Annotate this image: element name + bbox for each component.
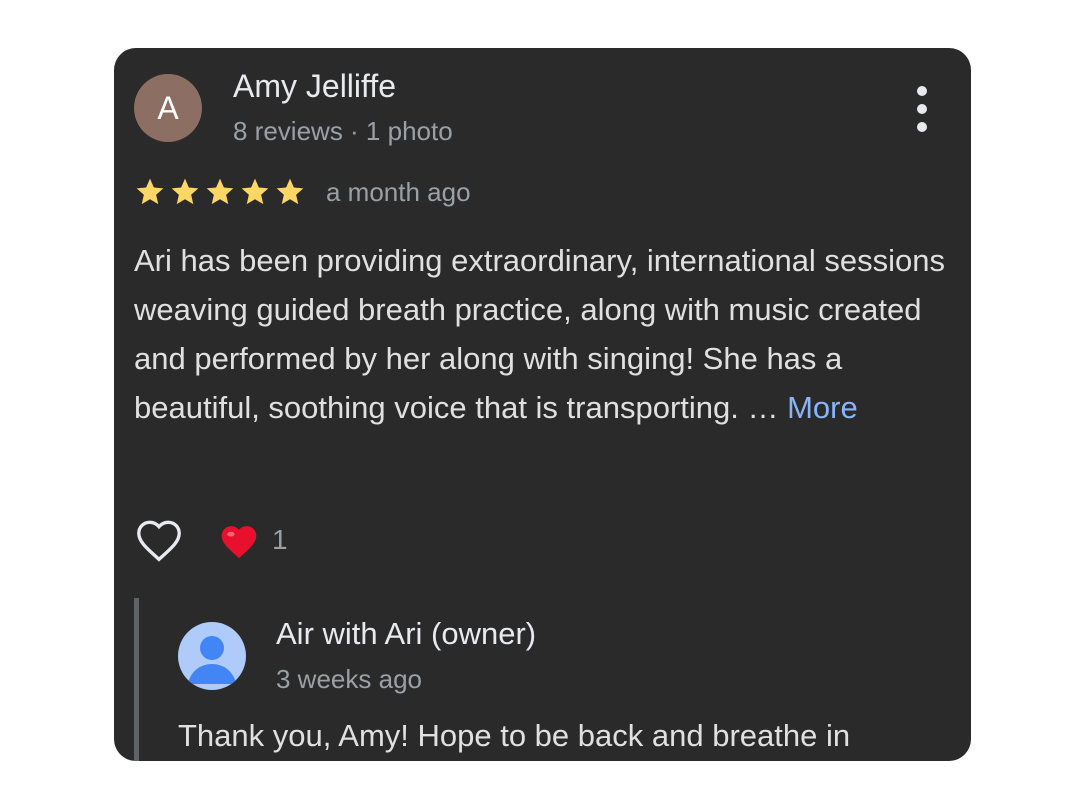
- more-vert-icon[interactable]: [910, 86, 934, 132]
- star-icon: [241, 178, 269, 205]
- owner-reply: Air with Ari (owner) 3 weeks ago Thank y…: [134, 598, 971, 761]
- owner-reply-text: Thank you, Amy! Hope to be back and brea…: [178, 718, 851, 753]
- review-card: A Amy Jelliffe 8 reviews · 1 photo a mon…: [114, 48, 971, 761]
- owner-avatar: [178, 622, 246, 690]
- reviewer-avatar[interactable]: A: [134, 74, 202, 142]
- more-link[interactable]: More: [787, 390, 858, 425]
- person-icon: [188, 636, 236, 684]
- star-icon: [171, 178, 199, 205]
- star-icon: [276, 178, 304, 205]
- avatar-initial: A: [157, 89, 179, 126]
- star-rating: [134, 176, 306, 208]
- heart-reaction-icon: [221, 526, 257, 559]
- reviewer-meta: 8 reviews · 1 photo: [233, 116, 453, 146]
- star-icon: [136, 178, 164, 205]
- star-icon: [206, 178, 234, 205]
- owner-name: Air with Ari (owner): [276, 616, 537, 651]
- review-timestamp: a month ago: [326, 176, 471, 207]
- reaction-row: 1: [134, 514, 288, 566]
- review-text: Ari has been providing extraordinary, in…: [134, 236, 954, 432]
- heart-outline-icon[interactable]: [134, 517, 184, 563]
- reviewer-name[interactable]: Amy Jelliffe: [233, 68, 396, 105]
- owner-timestamp: 3 weeks ago: [276, 664, 422, 694]
- reaction-count: 1: [272, 524, 288, 555]
- rating-row: a month ago: [134, 172, 471, 212]
